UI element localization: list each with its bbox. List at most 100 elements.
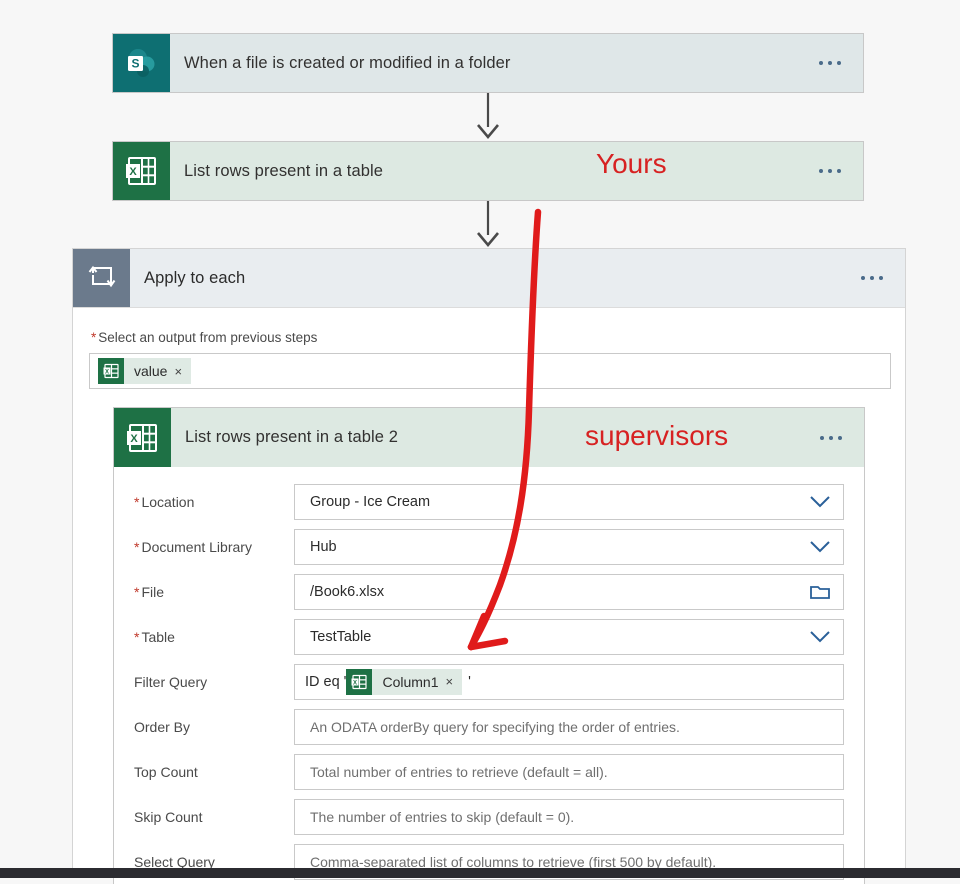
trigger-title: When a file is created or modified in a … <box>184 53 511 72</box>
connector-arrow-2 <box>470 201 506 254</box>
table-select[interactable]: TestTable <box>294 618 844 655</box>
chevron-down-icon[interactable] <box>797 485 843 519</box>
close-icon[interactable]: × <box>446 674 463 689</box>
trigger-card-sharepoint[interactable]: S When a file is created or modified in … <box>112 33 864 93</box>
action-detail-form: * Location Group - Ice Cream * Document Li… <box>113 467 865 884</box>
table-value: TestTable <box>310 628 372 645</box>
form-row-top-count: Top Count Total number of entries to ret… <box>114 749 864 794</box>
form-row-document-library: * Document Library Hub <box>114 524 864 569</box>
apply-to-each-header[interactable]: Apply to each <box>73 249 905 308</box>
skip-count-input[interactable]: The number of entries to skip (default =… <box>294 798 844 835</box>
dot <box>837 169 841 173</box>
location-value: Group - Ice Cream <box>310 493 431 510</box>
svg-text:S: S <box>131 57 139 71</box>
annotation-supervisors: supervisors <box>585 420 729 451</box>
action-card-list-rows-2[interactable]: X List rows present in a table 2 <box>113 407 865 467</box>
form-row-skip-count: Skip Count The number of entries to skip… <box>114 794 864 839</box>
field-label-filter-query: Filter Query <box>134 673 208 690</box>
field-label-top-count: Top Count <box>134 763 198 780</box>
filter-query-suffix: ' <box>468 673 471 690</box>
sharepoint-icon: S <box>113 34 170 92</box>
label-text: Document Library <box>141 538 252 555</box>
dot <box>837 61 841 65</box>
chevron-down-icon[interactable] <box>797 530 843 564</box>
token-label: value <box>134 363 168 379</box>
file-picker[interactable]: /Book6.xlsx <box>294 573 844 610</box>
svg-text:X: X <box>353 680 357 686</box>
svg-text:X: X <box>129 166 137 178</box>
flow-designer-canvas: S When a file is created or modified in … <box>0 0 960 884</box>
dot <box>828 169 832 173</box>
dot <box>879 276 883 280</box>
skip-count-placeholder: The number of entries to skip (default =… <box>310 808 575 825</box>
apply-to-each-title: Apply to each <box>144 268 246 287</box>
bottom-bar <box>0 868 960 878</box>
token-value[interactable]: X value × <box>98 358 192 384</box>
token-column1[interactable]: X Column1 × <box>346 668 463 695</box>
order-by-input[interactable]: An ODATA orderBy query for specifying th… <box>294 708 844 745</box>
apply-to-each-body: *Select an output from previous steps X <box>73 308 905 389</box>
required-star: * <box>134 583 140 600</box>
required-star: * <box>91 330 97 345</box>
excel-icon: X <box>346 668 373 695</box>
top-count-input[interactable]: Total number of entries to retrieve (def… <box>294 753 844 790</box>
excel-step-2-more-menu[interactable] <box>820 408 864 467</box>
order-by-placeholder: An ODATA orderBy query for specifying th… <box>310 718 680 735</box>
dot <box>819 169 823 173</box>
dot <box>861 276 865 280</box>
location-select[interactable]: Group - Ice Cream <box>294 483 844 520</box>
document-library-select[interactable]: Hub <box>294 528 844 565</box>
connector-arrow-1 <box>470 93 506 146</box>
field-label-table: * Table <box>134 629 294 645</box>
chevron-down-icon[interactable] <box>797 620 843 654</box>
apply-to-each-panel: Apply to each * Select an output from pre… <box>72 248 906 884</box>
filter-query-prefix: ID eq ' <box>305 673 347 690</box>
excel-icon: X <box>114 408 171 467</box>
svg-text:X: X <box>104 369 108 375</box>
required-star: * <box>134 628 140 645</box>
field-label-order-by: Order By <box>134 718 191 735</box>
excel-step-1-more-menu[interactable] <box>819 142 863 200</box>
action-card-list-rows-1[interactable]: X List rows present in a table <box>112 141 864 201</box>
label-text: Location <box>141 493 195 510</box>
field-label-location: * Location <box>134 494 294 510</box>
dot <box>828 61 832 65</box>
form-row-order-by: Order By An ODATA orderBy query for spec… <box>114 704 864 749</box>
card-header: X List rows present in a table <box>113 142 863 200</box>
folder-icon[interactable] <box>797 575 843 609</box>
card-header: X List rows present in a table 2 <box>114 408 864 467</box>
file-value: /Book6.xlsx <box>310 583 385 600</box>
form-row-location: * Location Group - Ice Cream <box>114 479 864 524</box>
loop-icon <box>73 249 130 307</box>
svg-text:X: X <box>130 433 138 445</box>
form-row-file: * File /Book6.xlsx <box>114 569 864 614</box>
annotation-yours: Yours <box>596 148 667 179</box>
trigger-more-menu[interactable] <box>819 34 863 92</box>
select-output-label: * Select an output from previous steps <box>89 330 905 345</box>
form-row-filter-query: Filter Query ID eq ' X Column1 × ' <box>114 659 864 704</box>
dot <box>829 435 833 440</box>
dot <box>838 435 842 440</box>
field-label-document-library: * Document Library <box>134 539 294 555</box>
document-library-value: Hub <box>310 538 337 555</box>
excel-icon: X <box>98 358 124 384</box>
excel-icon: X <box>113 142 170 200</box>
required-star: * <box>134 493 140 510</box>
select-output-input[interactable]: X value × <box>89 353 891 389</box>
field-label-file: * File <box>134 584 294 600</box>
top-count-placeholder: Total number of entries to retrieve (def… <box>310 763 608 780</box>
excel-step-1-title: List rows present in a table <box>184 161 384 180</box>
dot <box>820 435 824 440</box>
label-text: Table <box>141 628 175 645</box>
required-star: * <box>134 538 140 555</box>
select-output-label-text: Select an output from previous steps <box>98 330 318 345</box>
label-text: File <box>141 583 165 600</box>
card-header: S When a file is created or modified in … <box>113 34 863 92</box>
token-label: Column1 <box>382 673 439 690</box>
dot <box>870 276 874 280</box>
filter-query-input[interactable]: ID eq ' X Column1 × ' <box>294 663 844 700</box>
dot <box>819 61 823 65</box>
close-icon[interactable]: × <box>174 364 191 379</box>
field-label-skip-count: Skip Count <box>134 808 203 825</box>
apply-to-each-more-menu[interactable] <box>861 249 905 307</box>
